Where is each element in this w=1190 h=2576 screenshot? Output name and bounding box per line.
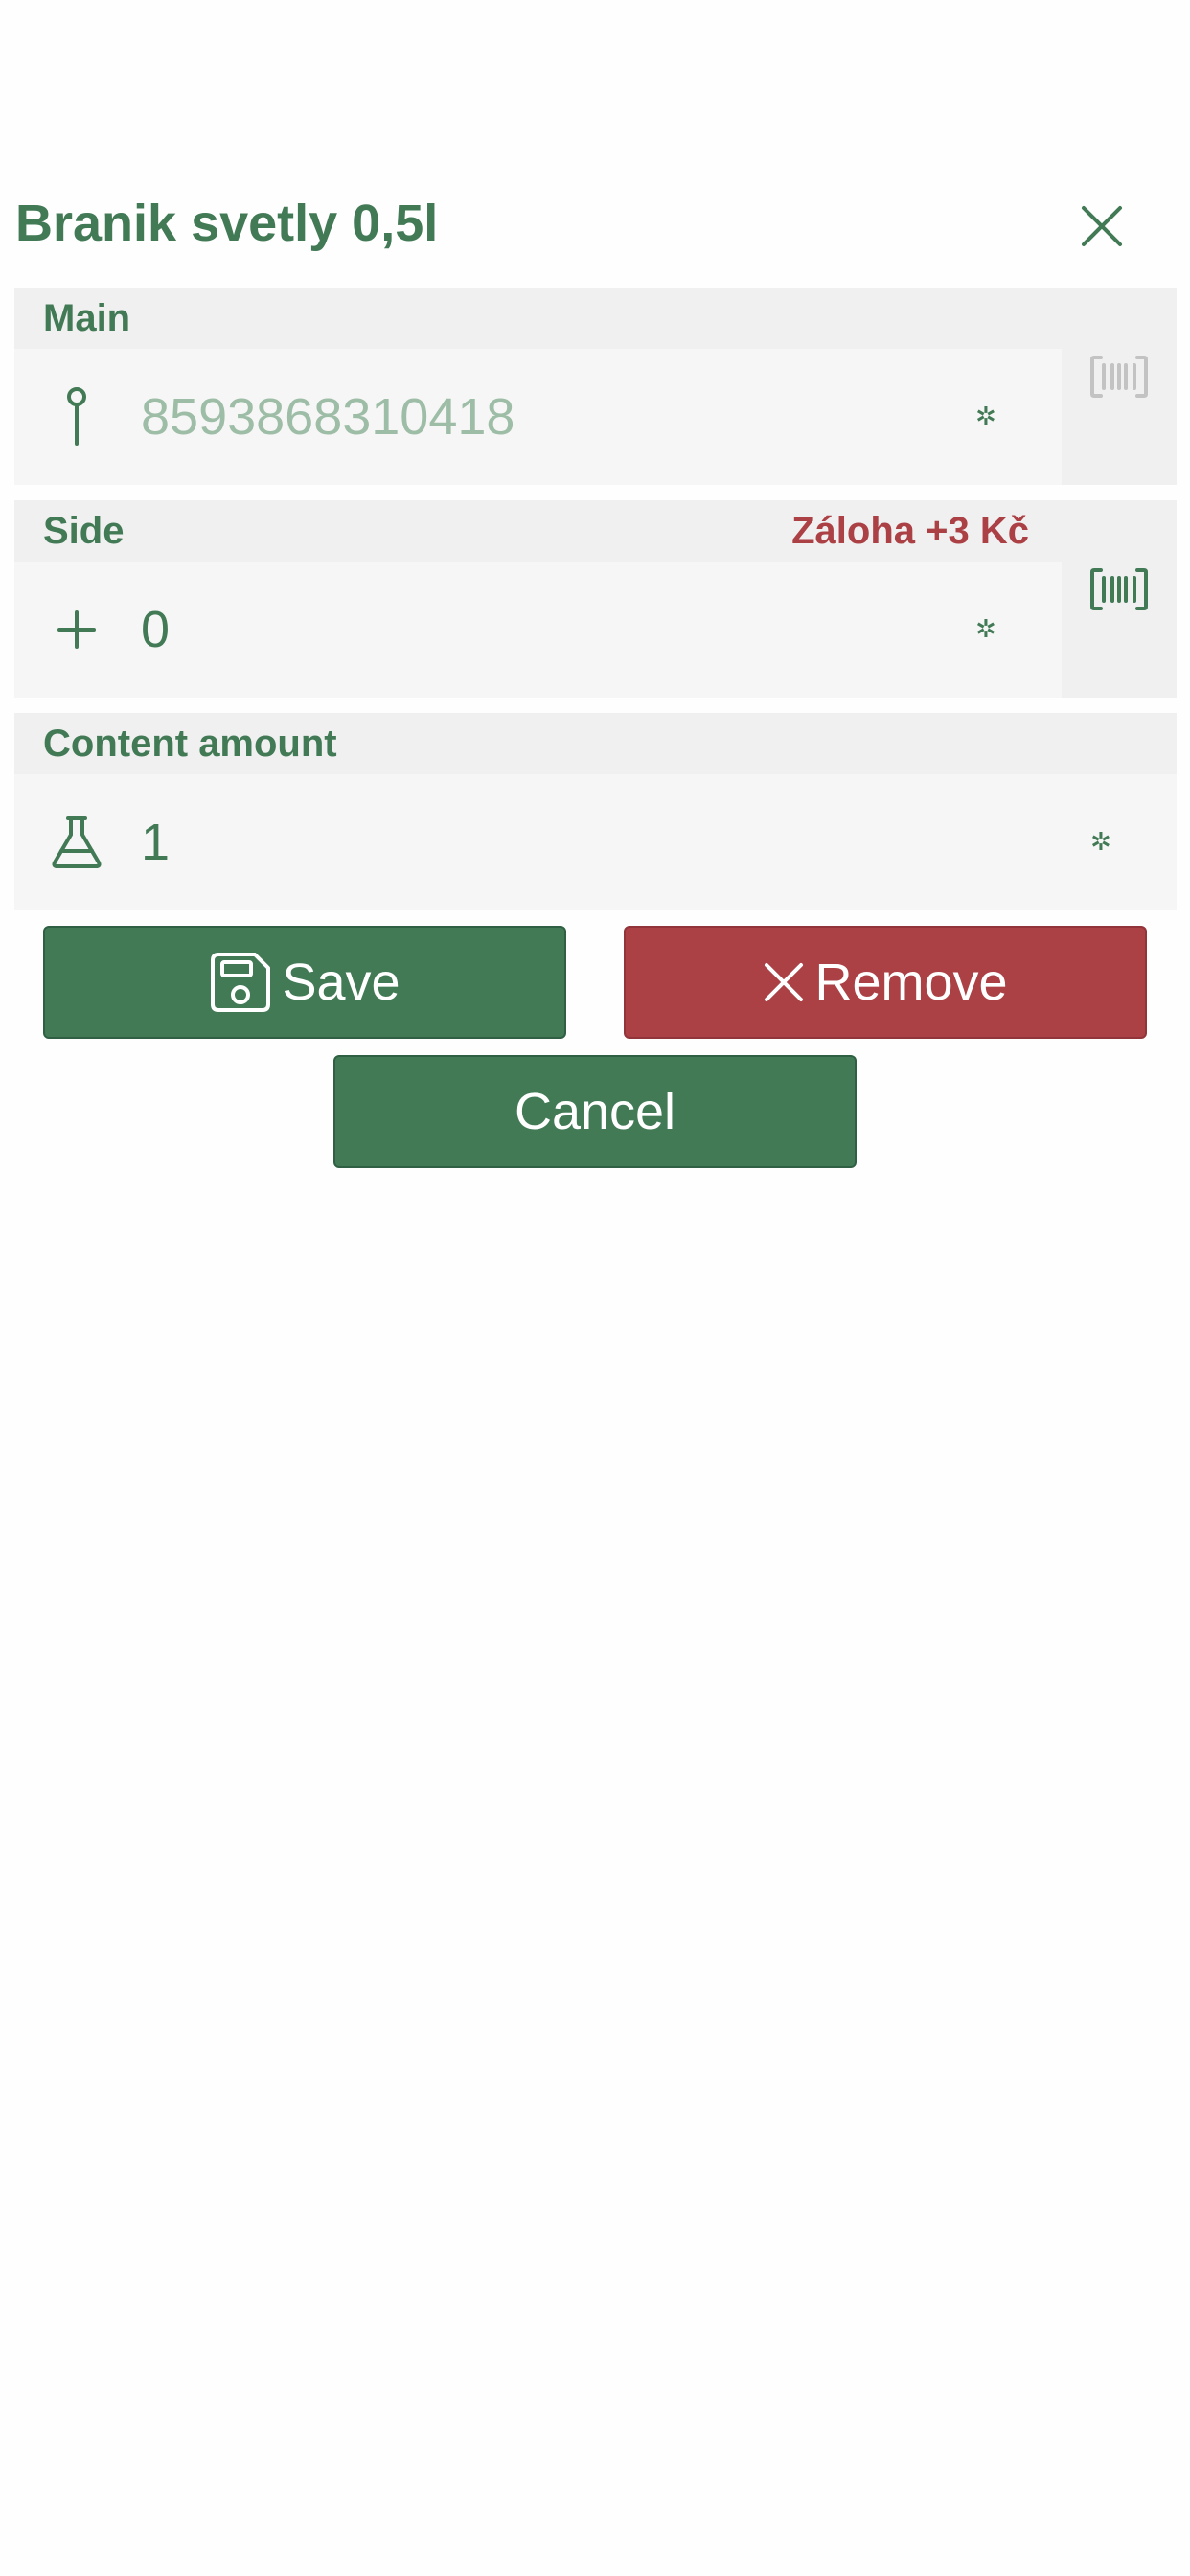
save-label: Save	[282, 954, 400, 1011]
pin-icon	[43, 383, 110, 450]
content-amount-input[interactable]	[141, 803, 1041, 882]
side-scan-button[interactable]	[1062, 500, 1177, 698]
content-amount-label: Content amount	[43, 723, 337, 765]
cancel-label: Cancel	[514, 1083, 676, 1140]
barcode-icon	[1090, 568, 1148, 610]
main-barcode-input[interactable]	[141, 378, 927, 456]
side-section: Side Záloha +3 Kč ✲	[14, 500, 1177, 698]
remove-button[interactable]: Remove	[624, 926, 1147, 1039]
content-amount-section: Content amount ✲	[14, 713, 1177, 910]
side-required-mark: ✲	[975, 614, 996, 643]
plus-icon	[43, 596, 110, 663]
cancel-button[interactable]: Cancel	[333, 1055, 857, 1168]
side-label: Side	[43, 510, 125, 552]
main-label: Main	[43, 297, 131, 339]
main-scan-button[interactable]	[1062, 288, 1177, 485]
flask-icon	[43, 809, 110, 876]
floppy-disk-icon	[209, 951, 272, 1014]
remove-label: Remove	[814, 954, 1008, 1011]
content-required-mark: ✲	[1090, 827, 1111, 856]
deposit-label: Záloha +3 Kč	[791, 510, 1029, 552]
product-title: Branik svetly 0,5l	[15, 195, 439, 252]
main-field: ✲	[14, 349, 1062, 485]
barcode-icon	[1090, 356, 1148, 398]
side-barcode-input[interactable]	[141, 590, 927, 669]
content-amount-field: ✲	[14, 774, 1177, 910]
modal-header: Branik svetly 0,5l	[0, 172, 1190, 278]
x-icon	[763, 961, 805, 1003]
close-icon	[1082, 206, 1122, 246]
save-button[interactable]: Save	[43, 926, 566, 1039]
main-required-mark: ✲	[975, 402, 996, 430]
main-section: Main ✲	[14, 288, 1177, 485]
close-button[interactable]	[1064, 188, 1140, 264]
side-field: ✲	[14, 562, 1062, 698]
